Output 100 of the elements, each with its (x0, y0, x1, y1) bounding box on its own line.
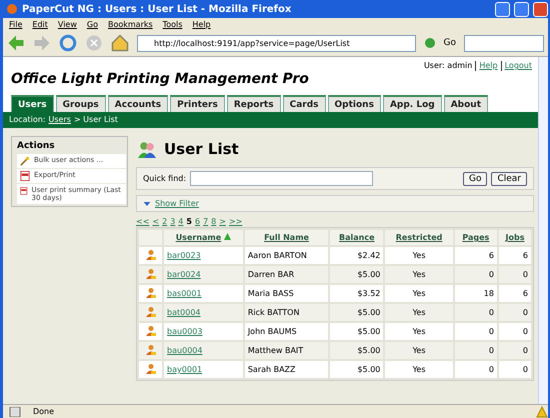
location-label: Location: (9, 115, 46, 125)
table-cell: Matthew BAIT (244, 342, 328, 359)
pager-link[interactable]: 3 (170, 217, 176, 226)
nav-tab[interactable]: Users (11, 95, 54, 112)
pager-link[interactable]: < (152, 217, 160, 226)
table-cell: Sarah BAZZ (244, 361, 328, 378)
pager-link[interactable]: 7 (203, 217, 208, 226)
pager-link[interactable]: 8 (211, 217, 216, 226)
actions-title: Actions (16, 140, 56, 153)
user-icon (144, 306, 157, 318)
user-icon (144, 344, 157, 356)
header-link[interactable]: Logout (500, 61, 532, 71)
pager-link[interactable]: >> (228, 217, 242, 226)
table-cell: $5.00 (330, 361, 384, 378)
nav-tab[interactable]: Options (328, 95, 381, 112)
location-text: > User List (74, 115, 118, 125)
menu-item[interactable]: Go (86, 20, 98, 28)
quick-find-field[interactable] (190, 171, 374, 186)
nav-tab[interactable]: Groups (56, 95, 106, 112)
nav-tab[interactable]: App. Log (382, 95, 442, 112)
menu-item[interactable]: File (9, 20, 22, 28)
user-icon (144, 286, 157, 298)
window-title: PaperCut NG : Users : User List - Mozilla Firefox (22, 4, 292, 14)
table-cell: 0 (454, 342, 497, 359)
table-cell: $5.00 (330, 304, 384, 321)
nav-tab[interactable]: Reports (226, 95, 281, 112)
table-cell: 0 (498, 323, 531, 340)
pager-link[interactable]: 6 (194, 217, 200, 226)
stop-icon (85, 34, 103, 52)
pager-link[interactable]: 4 (178, 217, 184, 226)
show-filter-link[interactable]: Show Filter (155, 199, 199, 208)
back-icon (7, 34, 25, 52)
header-link[interactable]: Help (475, 61, 498, 71)
table-cell: Yes (385, 266, 453, 283)
nav-tab[interactable]: Cards (282, 95, 326, 112)
menu-item[interactable]: Bookmarks (108, 20, 153, 28)
document-icon (20, 186, 28, 196)
scrollbar[interactable] (538, 57, 548, 404)
table-cell: $5.00 (330, 323, 384, 340)
menu-item[interactable]: Help (192, 20, 211, 28)
address-field[interactable]: http://localhost:9191/app?service=page/UserList (137, 34, 416, 52)
status-text: Done (33, 407, 54, 416)
page-title: User List (164, 140, 239, 158)
quick-find-button[interactable]: Clear (491, 172, 527, 186)
table-cell: 0 (454, 361, 497, 378)
go-icon (424, 37, 436, 49)
browser-logo-icon (6, 3, 18, 15)
table-cell: $5.00 (330, 266, 384, 283)
wand-icon (20, 156, 30, 166)
table-cell: $5.00 (330, 342, 384, 359)
table-cell: 0 (454, 266, 497, 283)
close-button[interactable] (533, 2, 548, 16)
app-title: Office Light Printing Management Pro (11, 71, 309, 89)
table-cell: Yes (385, 342, 453, 359)
quick-find-label: Quick find: (143, 174, 186, 183)
table-cell: Darren BAR (244, 266, 328, 283)
table-cell: 0 (454, 304, 497, 321)
caret-icon (143, 200, 151, 208)
table-cell: Rick BATTON (244, 304, 328, 321)
table-cell: 6 (498, 247, 531, 264)
quick-find-button[interactable]: Go (462, 172, 488, 186)
user-icon (144, 268, 157, 280)
search-field[interactable] (464, 34, 544, 52)
table-cell: $2.42 (330, 247, 384, 264)
table-cell: 0 (454, 323, 497, 340)
table-cell: John BAUMS (244, 323, 328, 340)
table-cell: Yes (385, 304, 453, 321)
user-icon (144, 362, 157, 374)
go-label[interactable]: Go (444, 38, 456, 48)
forward-icon (33, 34, 51, 52)
minimize-button[interactable] (495, 2, 510, 16)
user-label: User: admin (424, 61, 472, 71)
table-cell: Aaron BARTON (244, 247, 328, 264)
pager-link[interactable]: > (219, 217, 226, 226)
nav-tab[interactable]: Accounts (108, 95, 168, 112)
home-icon (111, 34, 129, 52)
nav-tab[interactable]: Printers (170, 95, 225, 112)
users-icon (136, 140, 158, 158)
table-cell: Yes (385, 323, 453, 340)
table-cell: 0 (498, 342, 531, 359)
table-cell: 0 (498, 361, 531, 378)
pager-link[interactable]: 2 (162, 217, 168, 226)
maximize-button[interactable] (514, 2, 529, 16)
table-cell: Yes (385, 247, 453, 264)
reload-icon (59, 34, 77, 52)
menu-item[interactable]: View (58, 20, 77, 28)
table-cell: 18 (454, 285, 497, 302)
menu-item[interactable]: Edit (32, 20, 48, 28)
table-cell: 6 (498, 285, 531, 302)
pager-link[interactable]: << (136, 217, 150, 226)
pager-link[interactable]: 5 (186, 217, 192, 226)
menu-item[interactable]: Tools (162, 20, 182, 28)
nav-tab[interactable]: About (444, 95, 488, 112)
user-icon (144, 248, 157, 260)
document-icon (20, 171, 30, 181)
table-cell: Yes (385, 285, 453, 302)
location-link[interactable]: Users (48, 115, 71, 125)
table-cell: 0 (498, 266, 531, 283)
table-cell: Maria BASS (244, 285, 328, 302)
table-cell: 0 (498, 304, 531, 321)
